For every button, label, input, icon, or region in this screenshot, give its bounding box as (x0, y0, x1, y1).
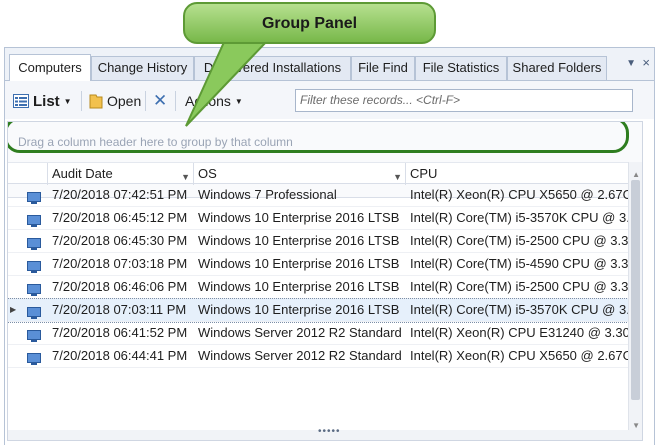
callout-pointer (185, 39, 271, 127)
group-panel-callout: Group Panel (183, 2, 436, 44)
callout-label: Group Panel (261, 15, 358, 32)
